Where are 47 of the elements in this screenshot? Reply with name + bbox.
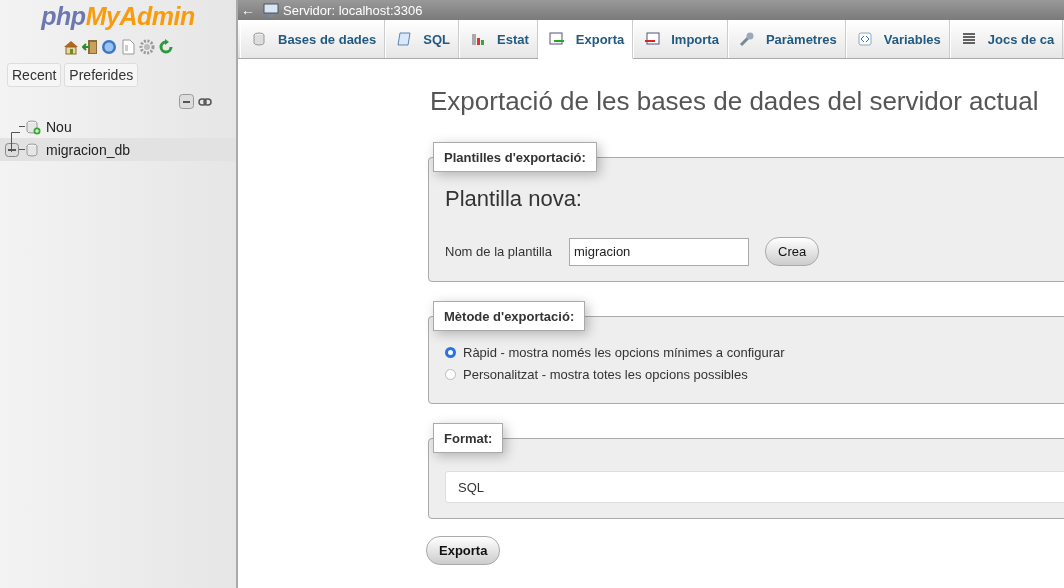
section-heading: Plantilla nova: — [445, 186, 583, 212]
template-name-field[interactable]: migracion — [569, 237, 749, 266]
section-legend: Mètode d'exportació: — [433, 301, 586, 331]
nav-tab[interactable]: Exporta — [537, 20, 634, 59]
scroll-icon — [396, 31, 413, 47]
field-label: Nom de la plantilla — [445, 244, 553, 259]
radio-button[interactable] — [445, 346, 456, 358]
section-legend: Format: — [433, 423, 504, 453]
create-button[interactable]: Crea — [765, 237, 820, 266]
back-arrow[interactable]: ← — [238, 2, 255, 18]
database-icon — [251, 31, 267, 47]
nav-tab[interactable]: Estat — [459, 20, 538, 58]
database-icon — [25, 141, 41, 158]
radio-label: Personalitzat - mostra totes les opcions possibles — [463, 366, 748, 382]
new-database-icon — [25, 118, 41, 135]
section-legend: Plantilles d'exportació: — [433, 142, 597, 172]
nav-tab[interactable]: Importa — [633, 20, 728, 58]
sidebar-tab[interactable]: Recent — [7, 63, 62, 87]
list-icon — [960, 31, 977, 47]
format-select[interactable]: SQL — [445, 471, 1064, 503]
nav-tab[interactable]: Jocs de ca — [949, 20, 1064, 58]
sidebar-tab[interactable]: Preferides — [64, 63, 139, 87]
tree-item[interactable]: migracion_db — [0, 138, 236, 161]
tree-item[interactable]: Nou — [0, 115, 236, 138]
nav-tab[interactable]: Bases de dades — [240, 20, 386, 58]
link-icon[interactable] — [198, 97, 212, 106]
logo[interactable]: phpMyAdmin — [41, 2, 195, 32]
radio-button[interactable] — [445, 368, 456, 380]
collapse-icon[interactable] — [5, 142, 19, 157]
server-link[interactable]: Servidor: localhost:3306 — [283, 2, 423, 18]
export-button[interactable]: Exporta — [426, 536, 501, 565]
door-icon[interactable] — [81, 39, 98, 55]
reload-icon[interactable] — [157, 39, 174, 55]
nav-tab[interactable]: SQL — [385, 20, 459, 58]
page-title: Exportació de les bases de dades del servidor actual — [430, 86, 1040, 117]
export-icon — [548, 31, 565, 47]
nav-tab[interactable]: Variables — [845, 20, 950, 58]
home-icon[interactable] — [62, 39, 79, 55]
collapse-icon[interactable] — [179, 94, 194, 109]
nav-tab[interactable]: Paràmetres — [727, 20, 846, 58]
radio-label: Ràpid - mostra només les opcions mínimes a configurar — [463, 344, 785, 360]
chart-icon — [470, 31, 486, 47]
wrench-icon — [738, 31, 755, 47]
settings-icon[interactable] — [138, 39, 155, 55]
import-icon — [644, 31, 661, 47]
server-icon — [263, 2, 279, 18]
code-icon — [856, 31, 873, 47]
